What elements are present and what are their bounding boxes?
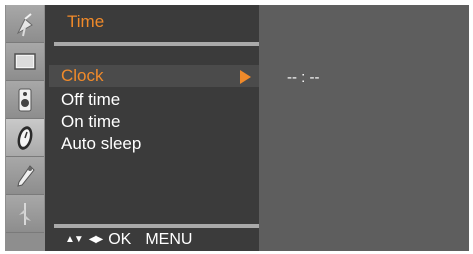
clock-time-icon: [14, 124, 36, 152]
submenu-arrow-icon: [240, 70, 251, 84]
sidebar-item-sound[interactable]: [6, 81, 44, 119]
tools-wrench-icon: [13, 163, 37, 189]
up-down-arrows-icon: ▲▼: [65, 234, 84, 245]
menu-title: Time: [67, 12, 105, 31]
speaker-sound-icon: [16, 87, 34, 113]
sidebar-item-input[interactable]: [6, 195, 44, 233]
value-panel: -- : --: [259, 5, 469, 251]
menu-item-on-time[interactable]: On time: [61, 111, 261, 133]
sidebar-item-picture[interactable]: [6, 43, 44, 81]
menu-item-label: Off time: [61, 90, 121, 109]
osd-screen: Time Clock Off time On time Auto sleep ▲…: [5, 5, 469, 251]
bottom-divider: [54, 224, 260, 228]
satellite-dish-icon: [14, 11, 36, 37]
clock-value-display: -- : --: [287, 69, 320, 86]
menu-hint: MENU: [145, 231, 193, 248]
menu-item-auto-sleep[interactable]: Auto sleep: [61, 133, 261, 155]
menu-item-label: On time: [61, 112, 121, 131]
picture-screen-icon: [13, 52, 37, 72]
ok-hint: OK: [108, 231, 132, 248]
sidebar-item-time[interactable]: [6, 119, 44, 157]
signal-source-icon: [14, 201, 36, 227]
sidebar-item-channel[interactable]: [6, 5, 44, 43]
sidebar-item-option[interactable]: [6, 157, 44, 195]
menu-item-label: Clock: [61, 66, 104, 85]
menu-item-off-time[interactable]: Off time: [61, 89, 261, 111]
left-right-arrows-icon: ◀▶: [88, 234, 103, 245]
time-menu-panel: Time Clock Off time On time Auto sleep ▲…: [45, 5, 261, 251]
menu-item-clock[interactable]: Clock: [49, 65, 261, 87]
navigation-hint-bar: ▲▼ ◀▶ OK MENU: [65, 230, 192, 250]
menu-category-sidebar: [5, 5, 45, 251]
title-divider: [54, 42, 260, 46]
menu-item-label: Auto sleep: [61, 134, 142, 153]
